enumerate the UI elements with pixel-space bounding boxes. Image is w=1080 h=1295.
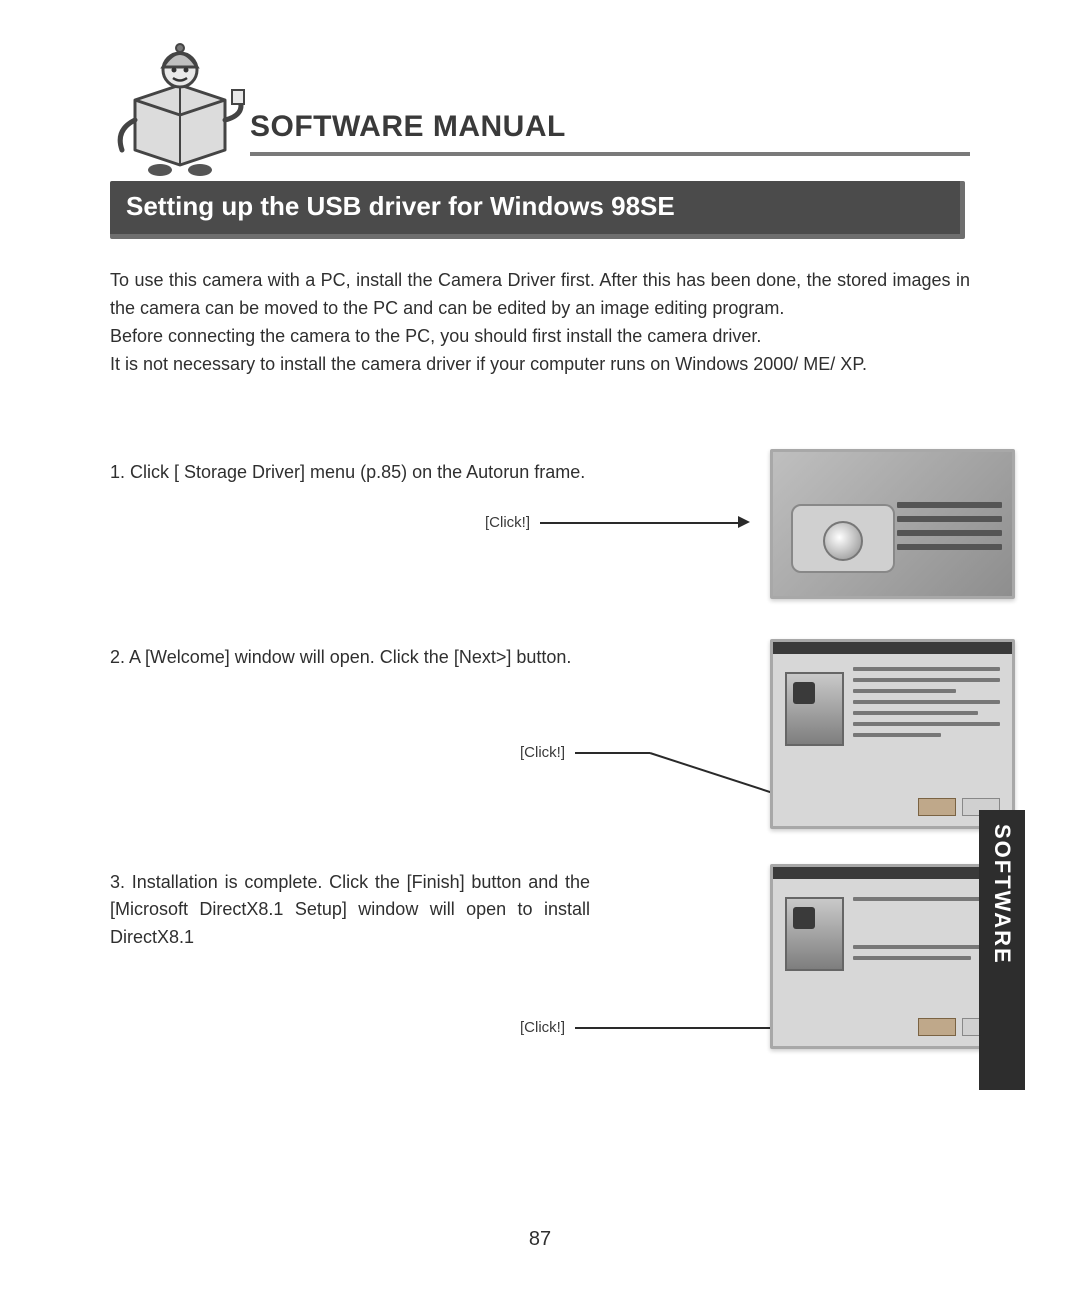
step-1: 1. Click [ Storage Driver] menu (p.85) o…	[110, 459, 970, 619]
step-2-arrow-seg1	[575, 752, 650, 754]
title-underline	[250, 152, 970, 156]
step-1-click-label: [Click!]	[485, 514, 530, 531]
intro-p1: To use this camera with a PC, install th…	[110, 267, 970, 323]
side-tab-software: SOFTWARE	[979, 810, 1025, 1090]
step-1-arrow-head	[738, 516, 750, 528]
step-1-screenshot	[770, 449, 1015, 599]
step-2-screenshot	[770, 639, 1015, 829]
mascot-illustration	[110, 30, 250, 180]
intro-p2: Before connecting the camera to the PC, …	[110, 323, 970, 351]
page-number: 87	[0, 1228, 1080, 1251]
step-2: 2. A [Welcome] window will open. Click t…	[110, 644, 970, 844]
step-3: 3. Installation is complete. Click the […	[110, 869, 970, 1069]
manual-title: SOFTWARE MANUAL	[250, 110, 970, 144]
section-heading: Setting up the USB driver for Windows 98…	[110, 181, 965, 239]
step-2-text: 2. A [Welcome] window will open. Click t…	[110, 644, 590, 672]
steps: 1. Click [ Storage Driver] menu (p.85) o…	[110, 459, 970, 1069]
step-1-text: 1. Click [ Storage Driver] menu (p.85) o…	[110, 459, 590, 487]
step-3-text: 3. Installation is complete. Click the […	[110, 869, 590, 953]
step-3-click-label: [Click!]	[520, 1019, 565, 1036]
step-1-arrow	[540, 522, 740, 524]
step-3-arrow	[575, 1027, 800, 1029]
intro-text: To use this camera with a PC, install th…	[110, 267, 970, 379]
header: SOFTWARE MANUAL	[110, 40, 970, 156]
step-2-click-label: [Click!]	[520, 744, 565, 761]
page: SOFTWARE MANUAL Setting up the USB drive…	[0, 0, 1080, 1295]
intro-p3: It is not necessary to install the camer…	[110, 351, 970, 379]
